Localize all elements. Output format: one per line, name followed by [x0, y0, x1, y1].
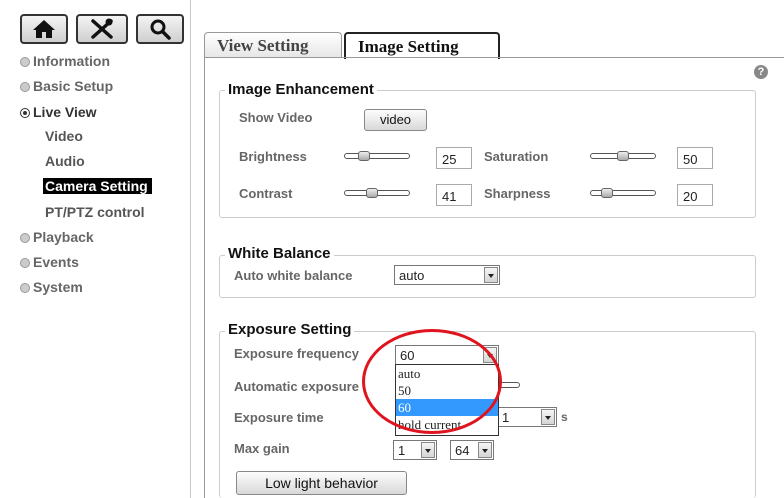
search-button[interactable] [136, 14, 184, 44]
saturation-label: Saturation [484, 149, 549, 164]
exposure-frequency-label: Exposure frequency [234, 346, 359, 361]
auto-white-balance-label: Auto white balance [234, 268, 353, 283]
radio-icon [20, 233, 30, 243]
nav-camera-setting[interactable]: Camera Setting [43, 178, 152, 194]
help-icon[interactable]: ? [754, 65, 768, 79]
exposure-time-unit: s [561, 410, 568, 424]
slider-track [590, 190, 656, 196]
max-gain-label: Max gain [234, 441, 290, 456]
home-icon [33, 20, 55, 38]
chevron-down-icon[interactable] [541, 409, 555, 425]
video-button[interactable]: video [364, 109, 427, 131]
brightness-slider[interactable] [344, 150, 410, 162]
chevron-down-icon[interactable] [478, 442, 492, 458]
show-video-label: Show Video [239, 110, 313, 125]
radio-icon [20, 57, 30, 67]
slider-knob[interactable] [358, 151, 370, 161]
white-balance-title: White Balance [225, 245, 334, 262]
nav-playback[interactable]: Playback [20, 229, 94, 245]
contrast-slider[interactable] [344, 187, 410, 199]
chevron-down-icon[interactable] [484, 267, 498, 283]
sharpness-label: Sharpness [484, 186, 551, 201]
image-enhancement-title: Image Enhancement [225, 81, 377, 98]
select-value: 1 [398, 443, 406, 458]
contrast-input[interactable]: 41 [436, 184, 472, 206]
sidebar: Information Basic Setup Live View Video … [0, 0, 190, 498]
tools-icon [91, 18, 113, 39]
chevron-down-icon[interactable] [421, 442, 435, 458]
nav-events[interactable]: Events [20, 254, 79, 270]
nav-audio[interactable]: Audio [45, 153, 85, 169]
radio-icon [20, 258, 30, 268]
highlight-circle [362, 329, 502, 434]
radio-icon [20, 283, 30, 293]
home-button[interactable] [20, 14, 68, 44]
contrast-label: Contrast [239, 186, 293, 201]
low-light-behavior-button[interactable]: Low light behavior [236, 471, 407, 495]
saturation-input[interactable]: 50 [677, 147, 713, 169]
radio-icon [20, 82, 30, 92]
sidebar-divider [190, 0, 191, 498]
saturation-slider[interactable] [590, 150, 656, 162]
nav-pt-ptz-control[interactable]: PT/PTZ control [45, 204, 145, 220]
tools-button[interactable] [76, 14, 128, 44]
nav-basic-setup[interactable]: Basic Setup [20, 78, 113, 94]
brightness-label: Brightness [239, 149, 307, 164]
select-value: 1 [502, 410, 510, 425]
slider-track [344, 153, 410, 159]
nav-video[interactable]: Video [45, 128, 83, 144]
sharpness-slider[interactable] [590, 187, 656, 199]
exposure-time-label: Exposure time [234, 410, 324, 425]
nav-information[interactable]: Information [20, 53, 110, 69]
max-gain-min-select[interactable]: 1 [393, 440, 437, 460]
sharpness-input[interactable]: 20 [677, 184, 713, 206]
slider-knob[interactable] [601, 188, 613, 198]
max-gain-max-select[interactable]: 64 [450, 440, 494, 460]
radio-selected-icon [20, 108, 30, 118]
slider-knob[interactable] [366, 188, 378, 198]
automatic-exposure-label: Automatic exposure [234, 379, 359, 394]
tab-image-setting[interactable]: Image Setting [344, 32, 500, 59]
nav-system[interactable]: System [20, 279, 83, 295]
tab-view-setting[interactable]: View Setting [204, 32, 342, 58]
brightness-input[interactable]: 25 [436, 147, 472, 169]
slider-knob[interactable] [617, 151, 629, 161]
select-value: 64 [455, 443, 470, 458]
nav-live-view[interactable]: Live View [20, 104, 97, 120]
exposure-title: Exposure Setting [225, 321, 355, 338]
search-icon [150, 19, 171, 40]
exposure-time-select[interactable]: 1 [497, 407, 557, 427]
auto-white-balance-select[interactable]: auto [394, 265, 500, 285]
select-value: auto [399, 268, 425, 283]
